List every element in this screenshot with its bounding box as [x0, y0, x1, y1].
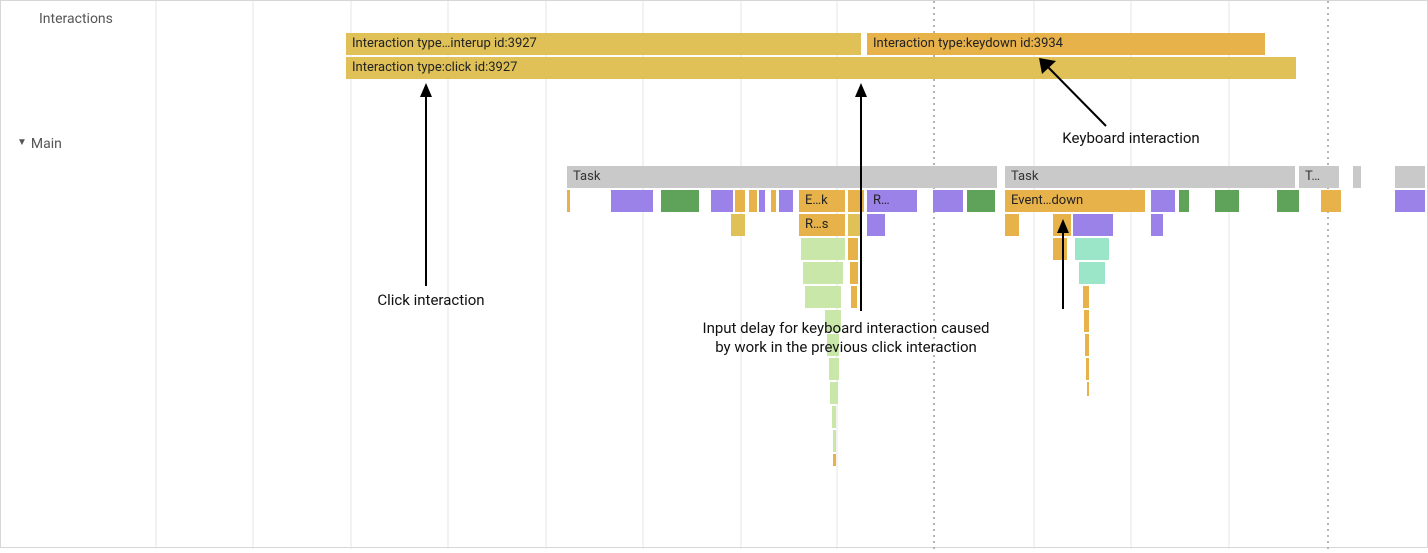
interaction-keydown[interactable]: Interaction type:keydown id:3934 [867, 33, 1265, 55]
flame-event[interactable] [749, 190, 757, 212]
flame-event-r[interactable]: R… [867, 190, 917, 212]
flame-event-ek[interactable]: E…k [799, 190, 845, 212]
flame-event[interactable] [803, 262, 843, 284]
task-3[interactable]: T… [1299, 166, 1339, 188]
flame-event[interactable] [829, 358, 839, 380]
flame-event[interactable] [1087, 382, 1089, 396]
flame-event[interactable] [848, 190, 864, 212]
flame-event[interactable] [735, 190, 745, 212]
flame-event[interactable] [779, 190, 793, 212]
flame-event[interactable] [1084, 310, 1089, 332]
flame-event[interactable] [1395, 190, 1425, 212]
flame-event[interactable] [867, 214, 885, 236]
flame-event[interactable] [1086, 358, 1089, 380]
flame-event[interactable] [833, 454, 836, 466]
flame-event[interactable] [1005, 214, 1019, 236]
task-sliver-b[interactable] [1395, 166, 1425, 188]
flame-event[interactable] [1277, 190, 1299, 212]
flame-event-rs[interactable]: R…s [799, 214, 845, 236]
flame-event[interactable] [731, 214, 745, 236]
task-sliver-a[interactable] [1353, 166, 1361, 188]
flame-event[interactable] [1053, 238, 1067, 260]
interaction-pointerup[interactable]: Interaction type…interup id:3927 [346, 33, 861, 55]
track-label-main[interactable]: ▼ Main [17, 136, 62, 152]
flame-event-eventdown[interactable]: Event…down [1005, 190, 1145, 212]
flame-event[interactable] [1215, 190, 1239, 212]
main-label-text: Main [31, 136, 62, 152]
annotation-keyboard: Keyboard interaction [1001, 129, 1261, 148]
flame-event[interactable] [771, 190, 776, 212]
flame-event[interactable] [1083, 286, 1089, 308]
task-1[interactable]: Task [567, 166, 997, 188]
flame-event[interactable] [661, 190, 699, 212]
flame-event[interactable] [611, 190, 653, 212]
flame-event[interactable] [1053, 214, 1071, 236]
flame-event[interactable] [1321, 190, 1341, 212]
flame-event[interactable] [1179, 190, 1189, 212]
flame-event[interactable] [850, 262, 858, 284]
chevron-down-icon: ▼ [17, 136, 27, 150]
flame-event[interactable] [1151, 190, 1175, 212]
flame-event[interactable] [1151, 214, 1163, 236]
timeline-grid [1, 1, 1428, 549]
annotation-input-delay: Input delay for keyboard interaction cau… [701, 319, 991, 357]
flame-event[interactable] [851, 286, 857, 308]
flame-event[interactable] [933, 190, 963, 212]
flame-event[interactable] [1085, 334, 1089, 356]
flame-event[interactable] [711, 190, 733, 212]
flame-event[interactable] [805, 286, 841, 308]
flame-event[interactable] [1079, 262, 1105, 284]
flame-event[interactable] [759, 190, 765, 212]
task-2[interactable]: Task [1005, 166, 1295, 188]
flame-event[interactable] [833, 430, 836, 452]
flame-event[interactable] [832, 406, 836, 428]
interaction-click[interactable]: Interaction type:click id:3927 [346, 57, 1296, 79]
annotation-click: Click interaction [301, 291, 561, 310]
flame-event[interactable] [848, 214, 860, 236]
flame-event[interactable] [1073, 214, 1113, 236]
flame-event[interactable] [1075, 238, 1109, 260]
timeline-panel: Interactions ▼ Main Interaction type…inte… [0, 0, 1428, 548]
flame-event[interactable] [967, 190, 995, 212]
flame-event[interactable] [848, 238, 858, 260]
flame-event[interactable] [830, 382, 838, 404]
flame-event[interactable] [801, 238, 845, 260]
flame-event[interactable] [567, 190, 570, 212]
track-label-interactions: Interactions [39, 11, 113, 27]
